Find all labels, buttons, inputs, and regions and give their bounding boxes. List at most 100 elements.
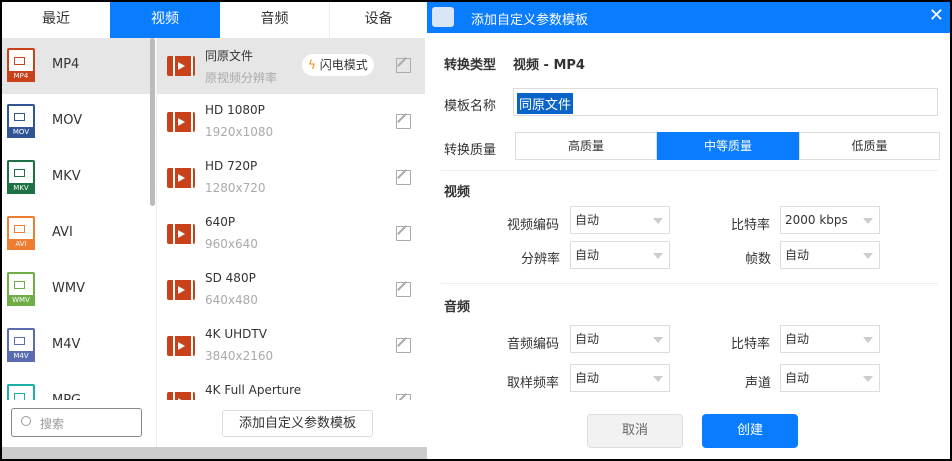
app-logo-icon <box>432 7 454 27</box>
audio-bitrate-label: 比特率 <box>731 337 771 352</box>
format-item-m4v[interactable]: M4V M4V <box>2 318 154 374</box>
video-bitrate-label: 比特率 <box>731 218 771 233</box>
tab-video[interactable]: 视频 <box>110 2 220 38</box>
format-name: MKV <box>52 169 81 184</box>
video-codec-select[interactable]: 自动 <box>570 206 670 234</box>
format-icon-label: M4V <box>7 351 35 362</box>
video-file-icon: M4V <box>7 328 35 362</box>
name-label: 模板名称 <box>444 99 497 114</box>
film-icon <box>167 392 195 400</box>
edit-icon[interactable] <box>396 170 411 185</box>
preset-name: SD 480P <box>205 271 256 285</box>
format-name: AVI <box>52 225 73 240</box>
add-template-button[interactable]: 添加自定义参数模板 <box>222 410 373 437</box>
edit-icon[interactable] <box>396 114 411 129</box>
quality-medium[interactable]: 中等质量 <box>657 132 799 160</box>
template-name-field[interactable]: 同原文件 <box>513 88 938 116</box>
quality-low[interactable]: 低质量 <box>799 132 940 160</box>
template-name-value: 同原文件 <box>517 93 574 114</box>
film-icon <box>167 168 195 188</box>
channel-select[interactable]: 自动 <box>780 364 880 392</box>
video-file-icon: WMV <box>7 272 35 306</box>
audio-section-title: 音频 <box>444 300 471 315</box>
edit-icon[interactable] <box>396 338 411 353</box>
tab-recent[interactable]: 最近 <box>2 2 110 38</box>
format-item-wmv[interactable]: WMV WMV <box>2 262 154 318</box>
preset-item[interactable]: 640P 960x640 <box>157 206 425 262</box>
cancel-button[interactable]: 取消 <box>587 414 683 448</box>
sample-rate-select[interactable]: 自动 <box>570 364 670 392</box>
format-icon-label: MOV <box>7 127 35 138</box>
create-button[interactable]: 创建 <box>702 414 798 448</box>
audio-bitrate-select[interactable]: 自动 <box>780 325 880 353</box>
video-bitrate-select[interactable]: 2000 kbps <box>780 206 880 234</box>
audio-codec-select[interactable]: 自动 <box>570 325 670 353</box>
format-name: MPG <box>52 393 81 400</box>
preset-item[interactable]: HD 1080P 1920x1080 <box>157 94 425 150</box>
channel-label: 声道 <box>745 376 772 391</box>
audio-codec-label: 音频编码 <box>507 337 560 352</box>
dialog-titlebar: 添加自定义参数模板 ✕ <box>427 2 950 33</box>
format-item-mp4[interactable]: MP4 MP4 <box>2 38 154 94</box>
lightning-icon: ϟ <box>308 58 316 72</box>
divider <box>441 170 938 171</box>
video-file-icon: MOV <box>7 104 35 138</box>
horizontal-scrollbar[interactable] <box>2 447 427 459</box>
format-icon-label: MKV <box>7 183 35 194</box>
film-icon <box>167 56 195 76</box>
divider <box>441 283 938 284</box>
format-name: MP4 <box>52 57 80 72</box>
format-item-mpg[interactable]: MPG MPG <box>2 374 154 400</box>
edit-icon[interactable] <box>396 226 411 241</box>
edit-icon[interactable] <box>396 58 411 73</box>
fps-select[interactable]: 自动 <box>780 241 880 269</box>
quality-high[interactable]: 高质量 <box>515 132 657 160</box>
sample-rate-label: 取样频率 <box>507 376 560 391</box>
preset-name: 4K UHDTV <box>205 327 267 341</box>
format-icon-label: MP4 <box>7 71 35 82</box>
format-item-avi[interactable]: AVI AVI <box>2 206 154 262</box>
search-icon <box>21 416 31 426</box>
search-placeholder: 搜索 <box>40 417 65 431</box>
add-template-dialog: 添加自定义参数模板 ✕ 转换类型 视频 - MP4 模板名称 同原文件 转换质量… <box>427 2 950 459</box>
preset-resolution: 1280x720 <box>205 181 266 195</box>
fps-label: 帧数 <box>745 252 772 267</box>
format-name: WMV <box>52 281 85 296</box>
preset-name: HD 720P <box>205 159 258 173</box>
preset-name: 640P <box>205 215 236 229</box>
search-input[interactable]: 搜索 <box>11 408 142 437</box>
film-icon <box>167 112 195 132</box>
preset-item[interactable]: 同原文件 原视频分辨率 ϟ 闪电模式 <box>157 38 425 94</box>
edit-icon[interactable] <box>396 394 411 400</box>
format-item-mov[interactable]: MOV MOV <box>2 94 154 150</box>
format-panel: 最近 视频 音频 设备 MP4 MP4 MOV MOV MKV MKV AVI AVI WMV W… <box>2 2 427 459</box>
format-name: M4V <box>52 337 81 352</box>
video-file-icon: MKV <box>7 160 35 194</box>
film-icon <box>167 280 195 300</box>
edit-icon[interactable] <box>396 282 411 297</box>
preset-resolution: 3840x2160 <box>205 349 274 363</box>
tab-audio[interactable]: 音频 <box>220 2 330 38</box>
format-name: MOV <box>52 113 83 128</box>
preset-item[interactable]: SD 480P 640x480 <box>157 262 425 318</box>
format-icon-label: AVI <box>7 239 35 250</box>
video-file-icon: MP4 <box>7 48 35 82</box>
preset-resolution: 原视频分辨率 <box>205 71 278 85</box>
format-item-mkv[interactable]: MKV MKV <box>2 150 154 206</box>
video-section-title: 视频 <box>444 185 471 200</box>
resolution-select[interactable]: 自动 <box>570 241 670 269</box>
tab-device[interactable]: 设备 <box>330 2 427 38</box>
dialog-title: 添加自定义参数模板 <box>471 13 589 28</box>
divider <box>156 400 157 447</box>
preset-resolution: 960x640 <box>205 237 258 251</box>
format-scrollbar[interactable] <box>150 38 155 206</box>
type-label: 转换类型 <box>444 58 497 73</box>
resolution-label: 分辨率 <box>521 252 561 267</box>
film-icon <box>167 224 195 244</box>
video-file-icon: AVI <box>7 216 35 250</box>
preset-item[interactable]: 4K Full Aperture <box>157 374 425 400</box>
close-icon[interactable]: ✕ <box>929 5 944 26</box>
preset-item[interactable]: HD 720P 1280x720 <box>157 150 425 206</box>
preset-item[interactable]: 4K UHDTV 3840x2160 <box>157 318 425 374</box>
film-icon <box>167 336 195 356</box>
